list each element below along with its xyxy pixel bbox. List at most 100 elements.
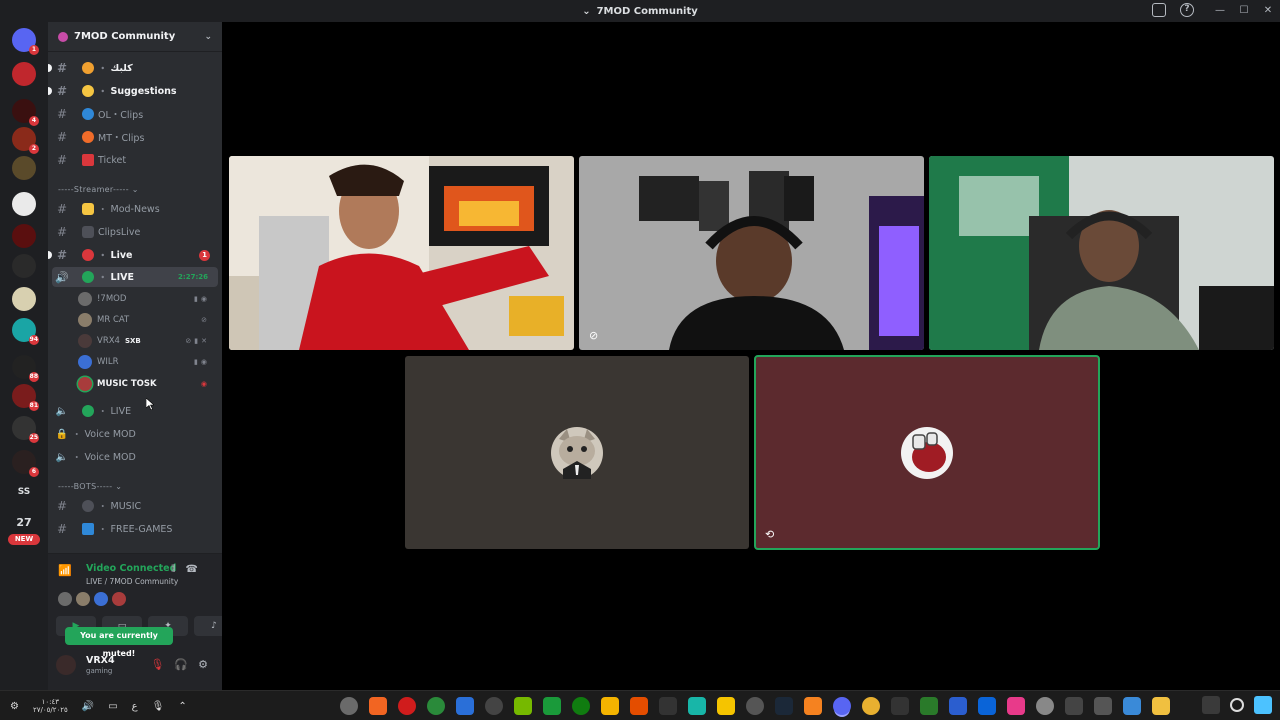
signal-icon[interactable]: 📶 [58,564,76,578]
app-icon[interactable] [804,697,822,715]
participant-tile-speaking[interactable]: ⟲ [754,355,1100,550]
video-tile[interactable]: ⊘ [579,156,924,350]
avatar[interactable] [94,592,108,606]
chevron-up-icon[interactable]: ⌃ [178,701,186,712]
app-icon[interactable] [601,697,619,715]
chevron-down-icon[interactable]: ⌄ [582,6,590,17]
channel-item[interactable]: # ・ Mod-News [52,199,218,219]
server-icon[interactable] [12,287,36,311]
maximize-button[interactable]: ☐ [1232,0,1256,22]
windows-start-icon[interactable] [1254,696,1272,714]
app-icon[interactable] [1202,696,1220,714]
channel-item[interactable]: # ・ FREE-GAMES [52,519,218,539]
channel-item[interactable]: # ClipsLive [52,222,218,242]
video-tile[interactable] [929,156,1274,350]
headphones-icon[interactable]: 🎧 [174,658,188,671]
channel-item[interactable]: # Ticket [52,150,218,170]
server-icon[interactable] [12,156,36,180]
server-icon[interactable] [12,254,36,278]
nvidia-icon[interactable] [514,697,532,715]
channel-item[interactable]: # ・ كلبك [48,58,218,78]
server-icon[interactable]: 88 [12,355,39,382]
server-initials[interactable]: SS [6,487,42,497]
network-icon[interactable]: ▭ [108,701,117,712]
app-icon[interactable] [1123,697,1141,715]
volume-icon[interactable]: 🔊 [82,701,94,712]
rockstar-icon[interactable] [717,697,735,715]
server-icon[interactable]: 94 [12,318,39,345]
xbox-icon[interactable] [572,697,590,715]
mic-muted-icon[interactable]: 🎙 [150,658,164,671]
server-icon[interactable] [12,62,36,86]
file-explorer-icon[interactable] [1152,697,1170,715]
app-icon[interactable] [891,697,909,715]
server-icon[interactable]: 25 [12,416,39,443]
server-initials[interactable]: 27 [6,516,42,529]
minimize-button[interactable]: — [1208,0,1232,22]
avatar[interactable] [112,592,126,606]
inbox-icon[interactable] [1152,3,1166,17]
app-icon[interactable] [1094,697,1112,715]
channel-item[interactable]: # ・ Suggestions [48,81,218,101]
disconnect-icon[interactable]: ⦀☎ [171,564,208,575]
voice-user[interactable]: MUSIC TOSK ◉ [78,374,214,394]
app-icon[interactable] [340,697,358,715]
voice-user[interactable]: !7MOD ▮◉ [78,289,214,309]
language-indicator[interactable]: ع [132,701,138,712]
voice-channel[interactable]: 🔈 ・ LIVE [52,401,218,421]
opera-icon[interactable] [398,697,416,715]
app-icon[interactable] [949,697,967,715]
voice-channel[interactable]: 🔒 ・ Voice MOD [52,424,218,444]
microphone-icon[interactable]: 🎙 [152,701,165,712]
channel-item[interactable]: # OL・Clips [52,104,218,124]
voice-channel-live-active[interactable]: 🔊 ・ LIVE 2:27:26 [52,267,218,287]
channel-item-live[interactable]: # ・ Live 1 [48,245,218,265]
app-icon[interactable] [485,697,503,715]
voice-channel[interactable]: 🔈 ・ Voice MOD [52,447,218,467]
app-icon[interactable] [630,697,648,715]
gear-icon[interactable]: ⚙ [198,658,208,671]
voice-user[interactable]: VRX4 SXB ⊘▮✕ [78,331,214,351]
video-tile[interactable] [229,156,574,350]
help-icon[interactable]: ? [1180,3,1194,17]
voice-location[interactable]: LIVE / 7MOD Community [86,577,178,586]
clock[interactable]: ١٠:٤٣ ٢٧/٠٥/٢٠٢٥ [33,698,68,714]
category-bots[interactable]: -----BOTS----- ⌄ [58,482,122,491]
server-icon[interactable] [12,192,36,216]
app-icon[interactable] [543,697,561,715]
settings-app-icon[interactable] [1036,697,1054,715]
brave-icon[interactable] [369,697,387,715]
close-button[interactable]: ✕ [1256,0,1280,22]
app-icon[interactable] [688,697,706,715]
server-icon[interactable]: 2 [12,127,39,154]
guild-header[interactable]: 7MOD Community ⌄ [48,22,222,52]
avatar[interactable] [56,655,76,675]
voice-status[interactable]: Video Connected [86,563,176,574]
search-icon[interactable] [1230,698,1244,712]
discord-icon[interactable] [833,697,851,715]
channel-item[interactable]: # MT・Clips [52,127,218,147]
store-icon[interactable] [456,697,474,715]
settings-icon[interactable]: ⚙ [10,701,19,712]
avatar[interactable] [76,592,90,606]
voice-user[interactable]: MR CAT ⊘ [78,310,214,330]
app-icon[interactable] [920,697,938,715]
epic-icon[interactable] [659,697,677,715]
app-icon[interactable] [1065,697,1083,715]
chrome-icon[interactable] [427,697,445,715]
voice-user[interactable]: WILR ▮◉ [78,352,214,372]
server-icon[interactable]: 4 [12,99,39,126]
participant-tile[interactable] [405,356,749,549]
app-icon[interactable] [746,697,764,715]
steam-icon[interactable] [775,697,793,715]
category-streamer[interactable]: -----Streamer----- ⌄ [58,185,139,194]
outlook-icon[interactable] [978,697,996,715]
server-icon[interactable]: 6 [12,450,39,477]
discord-home-icon[interactable]: 1 [12,28,39,55]
server-icon[interactable] [12,224,36,248]
app-icon[interactable] [1007,697,1025,715]
server-icon[interactable]: 81 [12,384,39,411]
channel-item[interactable]: # ・ MUSIC [52,496,218,516]
avatar[interactable] [58,592,72,606]
app-icon[interactable] [862,697,880,715]
